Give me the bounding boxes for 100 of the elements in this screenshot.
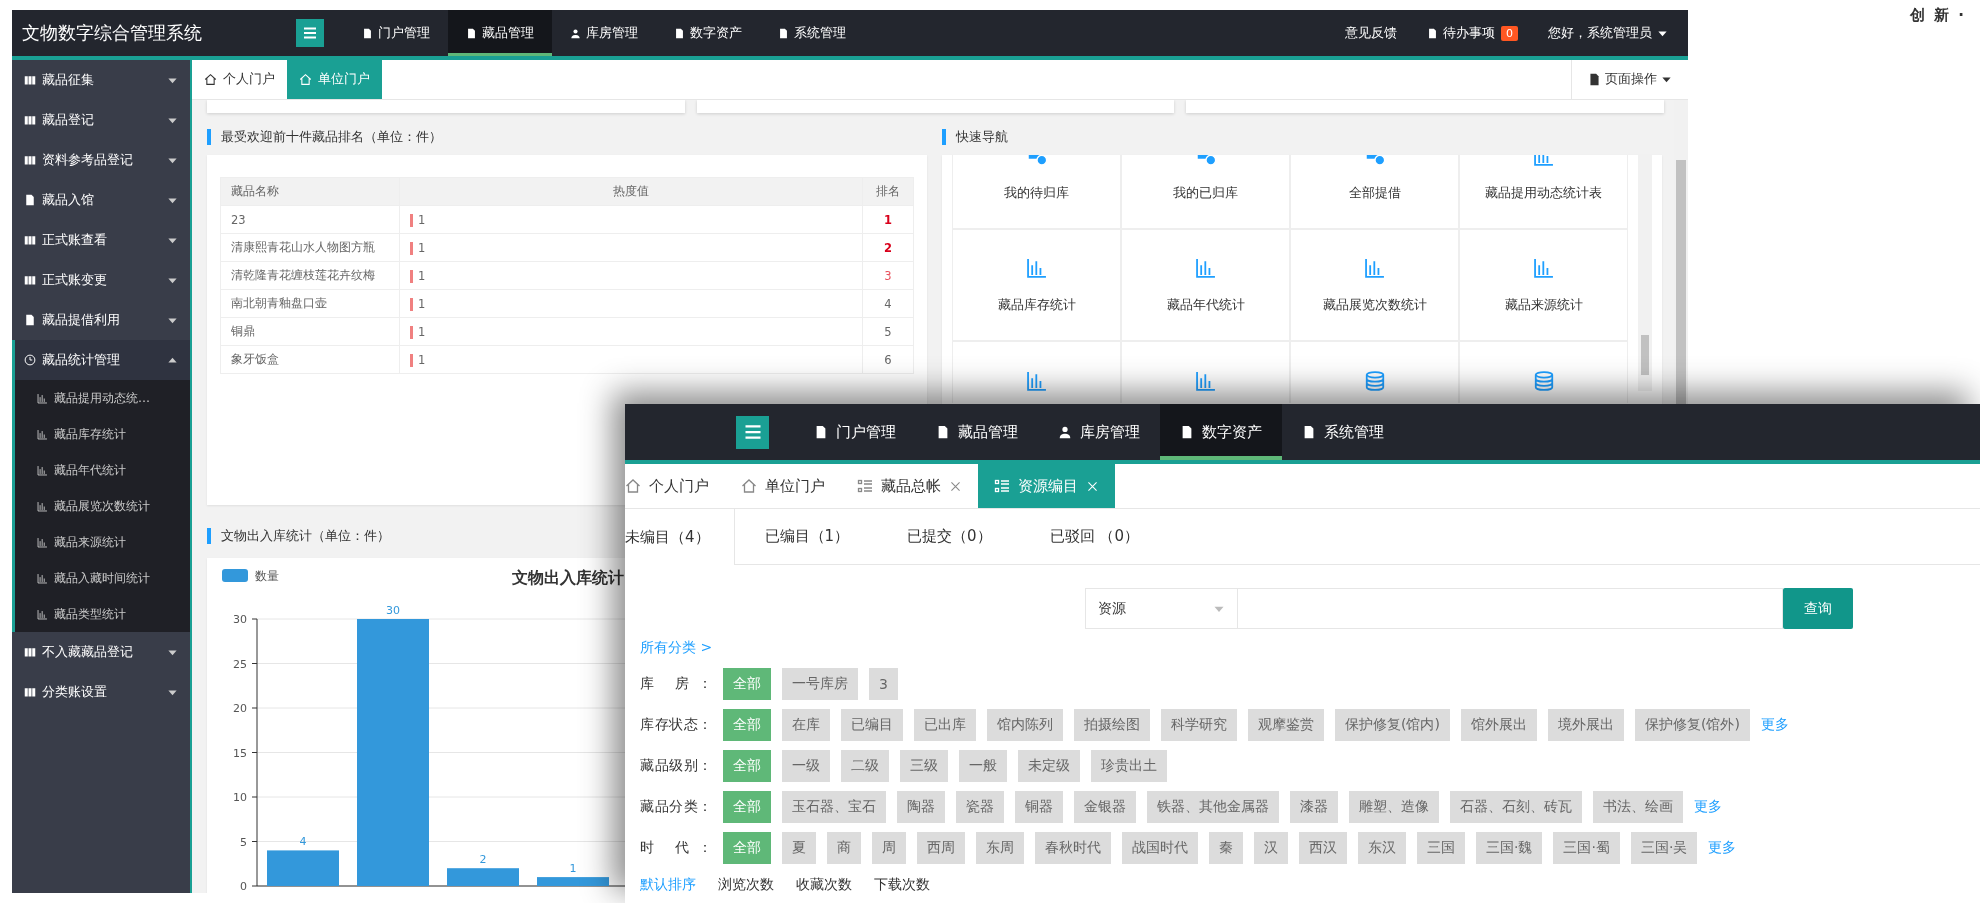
- nav-tab[interactable]: 藏品管理: [448, 10, 552, 56]
- filter-chip[interactable]: 全部: [723, 750, 771, 782]
- sort-option[interactable]: 默认排序: [640, 876, 696, 894]
- nav-tab[interactable]: 藏品管理: [916, 404, 1038, 460]
- quick-nav-tile[interactable]: 藏品库存统计: [952, 229, 1121, 341]
- filter-chip[interactable]: 三国·魏: [1476, 832, 1543, 864]
- filter-chip[interactable]: 全部: [723, 791, 771, 823]
- nav-tab[interactable]: 门户管理: [794, 404, 916, 460]
- filter-chip[interactable]: 玉石器、宝石: [782, 791, 886, 823]
- filter-chip[interactable]: 三级: [900, 750, 948, 782]
- nav-tab[interactable]: 数字资产: [1160, 404, 1282, 460]
- filter-chip[interactable]: 三国·蜀: [1553, 832, 1620, 864]
- sidebar-item[interactable]: 藏品登记: [12, 100, 190, 140]
- filter-chip[interactable]: 陶器: [897, 791, 945, 823]
- sidebar-subitem[interactable]: 藏品来源统计: [15, 524, 190, 560]
- sort-option[interactable]: 浏览次数: [718, 876, 774, 894]
- quick-nav-tile[interactable]: 藏品提用动态统计表: [1459, 155, 1628, 229]
- scope-dropdown[interactable]: 资源: [1085, 588, 1238, 629]
- sidebar-subitem[interactable]: 藏品入藏时间统计: [15, 560, 190, 596]
- filter-chip[interactable]: 拍摄绘图: [1074, 709, 1150, 741]
- filter-chip[interactable]: 一般: [959, 750, 1007, 782]
- filter-chip[interactable]: 铁器、其他金属器: [1147, 791, 1279, 823]
- filter-chip[interactable]: 周: [872, 832, 906, 864]
- filter-chip[interactable]: 未定级: [1018, 750, 1080, 782]
- filter-chip[interactable]: 全部: [723, 668, 771, 700]
- filter-chip[interactable]: 漆器: [1290, 791, 1338, 823]
- page-tab[interactable]: 个人门户: [192, 60, 287, 99]
- sidebar-item[interactable]: 正式账查看: [12, 220, 190, 260]
- filter-chip[interactable]: 铜器: [1015, 791, 1063, 823]
- sidebar-item[interactable]: 藏品统计管理: [12, 340, 190, 380]
- quick-nav-tile[interactable]: [1290, 341, 1459, 403]
- page-tab[interactable]: 藏品总帐: [841, 464, 978, 508]
- filter-chip[interactable]: 商: [827, 832, 861, 864]
- filter-chip[interactable]: 已编目: [841, 709, 903, 741]
- sidebar-subitem[interactable]: 藏品库存统计: [15, 416, 190, 452]
- status-tab[interactable]: 已提交（0）: [877, 509, 1020, 564]
- filter-chip[interactable]: 珍贵出土: [1091, 750, 1167, 782]
- quick-nav-tile[interactable]: [1121, 341, 1290, 403]
- filter-chip[interactable]: 馆外展出: [1460, 709, 1537, 741]
- sidebar-item[interactable]: 正式账变更: [12, 260, 190, 300]
- filter-chip[interactable]: 二级: [841, 750, 889, 782]
- quick-nav-tile[interactable]: 我的已归库: [1121, 155, 1290, 229]
- filter-chip[interactable]: 3: [869, 668, 898, 700]
- sidebar-subitem[interactable]: 藏品类型统计: [15, 596, 190, 632]
- filter-chip[interactable]: 保护修复(馆内): [1335, 709, 1450, 741]
- filter-chip[interactable]: 在库: [782, 709, 830, 741]
- filter-chip[interactable]: 馆内陈列: [987, 709, 1063, 741]
- sidebar-item[interactable]: 藏品入馆: [12, 180, 190, 220]
- sidebar-item[interactable]: 藏品提借利用: [12, 300, 190, 340]
- all-categories-link[interactable]: 所有分类 >: [640, 639, 1980, 659]
- sort-option[interactable]: 下载次数: [874, 876, 930, 894]
- quick-nav-tile[interactable]: [1459, 341, 1628, 403]
- nav-tab[interactable]: 系统管理: [1282, 404, 1404, 460]
- filter-chip[interactable]: 秦: [1209, 832, 1243, 864]
- sidebar-item[interactable]: 藏品征集: [12, 60, 190, 100]
- quick-nav-tile[interactable]: 全部提借: [1290, 155, 1459, 229]
- filter-chip[interactable]: 瓷器: [956, 791, 1004, 823]
- sidebar-item[interactable]: 分类账设置: [12, 672, 190, 712]
- status-tab[interactable]: 已驳回 （0）: [1019, 509, 1167, 564]
- filter-chip[interactable]: 夏: [782, 832, 816, 864]
- search-field[interactable]: [1238, 588, 1783, 629]
- scrollbar[interactable]: [1638, 155, 1652, 391]
- page-actions-menu[interactable]: 页面操作: [1571, 60, 1688, 99]
- page-tab[interactable]: 个人门户: [625, 464, 725, 508]
- filter-chip[interactable]: 战国时代: [1122, 832, 1198, 864]
- filter-chip[interactable]: 一号库房: [782, 668, 858, 700]
- query-button[interactable]: 查询: [1783, 588, 1853, 629]
- page-tab[interactable]: 单位门户: [725, 464, 841, 508]
- filter-chip[interactable]: 汉: [1254, 832, 1288, 864]
- filter-chip[interactable]: 全部: [723, 832, 771, 864]
- filter-chip[interactable]: 三国: [1417, 832, 1465, 864]
- nav-tab[interactable]: 系统管理: [760, 10, 864, 56]
- user-menu[interactable]: 您好，系统管理员: [1548, 24, 1668, 42]
- filter-chip[interactable]: 境外展出: [1547, 709, 1624, 741]
- more-link[interactable]: 更多: [1760, 716, 1789, 734]
- menu-button[interactable]: [736, 415, 769, 449]
- filter-chip[interactable]: 西汉: [1299, 832, 1347, 864]
- status-tab[interactable]: 未编目（4）: [625, 509, 735, 565]
- sidebar-item[interactable]: 不入藏藏品登记: [12, 632, 190, 672]
- todo-link[interactable]: 待办事项: [1427, 24, 1495, 42]
- filter-chip[interactable]: 金银器: [1074, 791, 1136, 823]
- filter-chip[interactable]: 雕塑、造像: [1349, 791, 1439, 823]
- quick-nav-tile[interactable]: 藏品来源统计: [1459, 229, 1628, 341]
- filter-chip[interactable]: 全部: [723, 709, 771, 741]
- nav-tab[interactable]: 门户管理: [344, 10, 448, 56]
- sidebar-subitem[interactable]: 藏品提用动态统…: [15, 380, 190, 416]
- sidebar-subitem[interactable]: 藏品年代统计: [15, 452, 190, 488]
- filter-chip[interactable]: 观摩鉴赏: [1248, 709, 1324, 741]
- page-tab[interactable]: 单位门户: [287, 60, 382, 99]
- nav-tab[interactable]: 库房管理: [552, 10, 656, 56]
- sidebar-item[interactable]: 资料参考品登记: [12, 140, 190, 180]
- filter-chip[interactable]: 保护修复(馆外): [1634, 709, 1750, 741]
- status-tab[interactable]: 已编目（1）: [734, 509, 878, 564]
- filter-chip[interactable]: 书法、绘画: [1593, 791, 1683, 823]
- quick-nav-tile[interactable]: 藏品年代统计: [1121, 229, 1290, 341]
- page-tab[interactable]: 资源编目: [978, 464, 1115, 508]
- feedback-link[interactable]: 意见反馈: [1345, 24, 1397, 42]
- quick-nav-tile[interactable]: [952, 341, 1121, 403]
- quick-nav-tile[interactable]: 藏品展览次数统计: [1290, 229, 1459, 341]
- filter-chip[interactable]: 春秋时代: [1035, 832, 1111, 864]
